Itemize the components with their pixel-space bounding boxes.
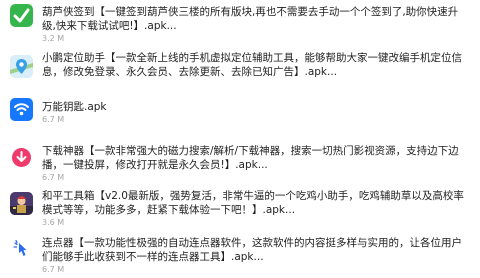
apk-file-list: 葫芦侠签到【一键签到葫芦侠三楼的所有版块,再也不需要去手动一个个签到了,助你快速… [0, 0, 480, 274]
list-item[interactable]: 连点器【一款功能性极强的自动连点器软件，这款软件的内容挺多样与实用的，让各位用户… [0, 232, 480, 278]
item-size: 3.2 M [42, 34, 65, 43]
item-title[interactable]: 万能钥匙.apk [42, 100, 468, 114]
item-size: 3.6 M [42, 218, 65, 227]
item-size: 6.7 M [42, 265, 65, 274]
item-title[interactable]: 小鹏定位助手【一款全新上线的手机虚拟定位辅助工具，能够帮助大家一键改编手机定位信… [42, 51, 468, 79]
green-check-icon [10, 4, 33, 27]
item-title[interactable]: 下载神器【一款非常强大的磁力搜索/解析/下载神器，搜索一切热门影视资源，支持边下… [42, 144, 468, 172]
item-size: 6.7 M [42, 173, 65, 182]
wifi-key-icon [10, 98, 33, 121]
item-size: 6.7 M [42, 115, 65, 124]
list-item[interactable]: 下载神器【一款非常强大的磁力搜索/解析/下载神器，搜索一切热门影视资源，支持边下… [0, 140, 480, 186]
game-character-icon [10, 192, 33, 215]
list-item[interactable]: 葫芦侠签到【一键签到葫芦侠三楼的所有版块,再也不需要去手动一个个签到了,助你快速… [0, 2, 480, 48]
list-item[interactable]: 万能钥匙.apk 6.7 M [0, 94, 480, 140]
list-item[interactable]: 和平工具箱【v2.0最新版，强势复活，非常牛逼的一个吃鸡小助手，吃鸡辅助草以及高… [0, 186, 480, 232]
list-item[interactable]: 小鹏定位助手【一款全新上线的手机虚拟定位辅助工具，能够帮助大家一键改编手机定位信… [0, 48, 480, 94]
item-title[interactable]: 和平工具箱【v2.0最新版，强势复活，非常牛逼的一个吃鸡小助手，吃鸡辅助草以及高… [42, 189, 468, 217]
auto-clicker-icon [10, 238, 33, 261]
download-arrow-icon [10, 146, 33, 169]
item-title[interactable]: 连点器【一款功能性极强的自动连点器软件，这款软件的内容挺多样与实用的，让各位用户… [42, 236, 468, 264]
item-title[interactable]: 葫芦侠签到【一键签到葫芦侠三楼的所有版块,再也不需要去手动一个个签到了,助你快速… [42, 5, 468, 33]
map-pin-icon [10, 55, 33, 78]
